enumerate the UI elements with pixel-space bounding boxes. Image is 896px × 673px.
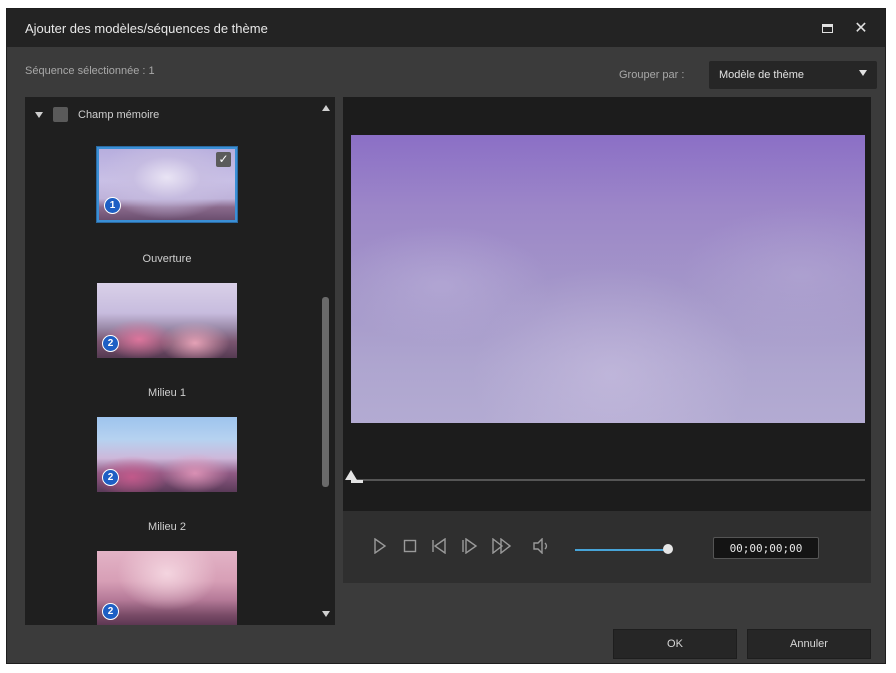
timeline-track[interactable] bbox=[351, 479, 865, 481]
title-bar: Ajouter des modèles/séquences de thème ✕ bbox=[7, 9, 885, 47]
close-icon: ✕ bbox=[854, 20, 868, 37]
playback-controls: 00;00;00;00 bbox=[343, 511, 871, 583]
group-by-value: Modèle de thème bbox=[719, 69, 804, 81]
expand-arrow-icon[interactable] bbox=[35, 111, 43, 118]
group-by-select[interactable]: Modèle de thème bbox=[709, 61, 877, 89]
scroll-down-icon[interactable] bbox=[322, 611, 330, 617]
clip-label: Milieu 2 bbox=[148, 521, 186, 533]
stop-icon bbox=[403, 539, 417, 553]
prev-frame-icon bbox=[432, 538, 446, 554]
scroll-thumb[interactable] bbox=[322, 297, 329, 487]
clip-thumbnail-4[interactable]: 2 bbox=[97, 551, 237, 625]
group-name: Champ mémoire bbox=[78, 108, 160, 121]
sequence-badge: 2 bbox=[102, 603, 119, 620]
clip-label: Ouverture bbox=[142, 253, 192, 265]
volume-icon bbox=[533, 538, 548, 554]
clip-thumbnail-milieu-1[interactable]: 2 bbox=[97, 283, 237, 358]
volume-slider-track[interactable] bbox=[575, 549, 669, 551]
previous-frame-button[interactable] bbox=[429, 535, 451, 557]
selected-sequence-count: Séquence sélectionnée : 1 bbox=[25, 65, 155, 77]
close-button[interactable]: ✕ bbox=[851, 18, 871, 38]
volume-slider-knob[interactable] bbox=[663, 544, 673, 554]
group-checkbox[interactable] bbox=[53, 107, 68, 122]
chevron-down-icon bbox=[859, 70, 867, 76]
video-preview bbox=[351, 135, 865, 423]
ok-button[interactable]: OK bbox=[613, 629, 737, 659]
sequence-list-panel: Champ mémoire ✓ 1 Ouverture 2 Milieu 1 2… bbox=[25, 97, 335, 625]
sequence-badge: 2 bbox=[102, 469, 119, 486]
fast-forward-icon bbox=[492, 538, 512, 554]
sequence-badge: 2 bbox=[102, 335, 119, 352]
tree-group-header[interactable]: Champ mémoire bbox=[35, 107, 159, 122]
playhead-base bbox=[351, 480, 363, 483]
list-scrollbar[interactable] bbox=[317, 97, 335, 625]
playhead-marker[interactable] bbox=[345, 470, 357, 480]
next-frame-icon bbox=[462, 538, 478, 554]
next-frame-button[interactable] bbox=[459, 535, 481, 557]
fast-forward-button[interactable] bbox=[491, 535, 513, 557]
preview-panel: 00;00;00;00 bbox=[343, 97, 871, 583]
dialog-window: Ajouter des modèles/séquences de thème ✕… bbox=[6, 8, 886, 664]
dialog-title: Ajouter des modèles/séquences de thème bbox=[25, 20, 268, 36]
clip-thumbnail-ouverture[interactable]: ✓ 1 bbox=[97, 147, 237, 222]
clip-label: Milieu 1 bbox=[148, 387, 186, 399]
cancel-button[interactable]: Annuler bbox=[747, 629, 871, 659]
clip-thumbnail-milieu-2[interactable]: 2 bbox=[97, 417, 237, 492]
play-button[interactable] bbox=[369, 535, 391, 557]
maximize-button[interactable] bbox=[817, 18, 837, 38]
clip-checkbox[interactable]: ✓ bbox=[216, 152, 231, 167]
timecode-display: 00;00;00;00 bbox=[713, 537, 819, 559]
group-by-label: Grouper par : bbox=[619, 69, 685, 81]
play-icon bbox=[374, 538, 387, 554]
sequence-badge: 1 bbox=[104, 197, 121, 214]
stop-button[interactable] bbox=[399, 535, 421, 557]
volume-button[interactable] bbox=[531, 535, 553, 557]
maximize-icon bbox=[821, 23, 833, 33]
scroll-up-icon[interactable] bbox=[322, 105, 330, 111]
